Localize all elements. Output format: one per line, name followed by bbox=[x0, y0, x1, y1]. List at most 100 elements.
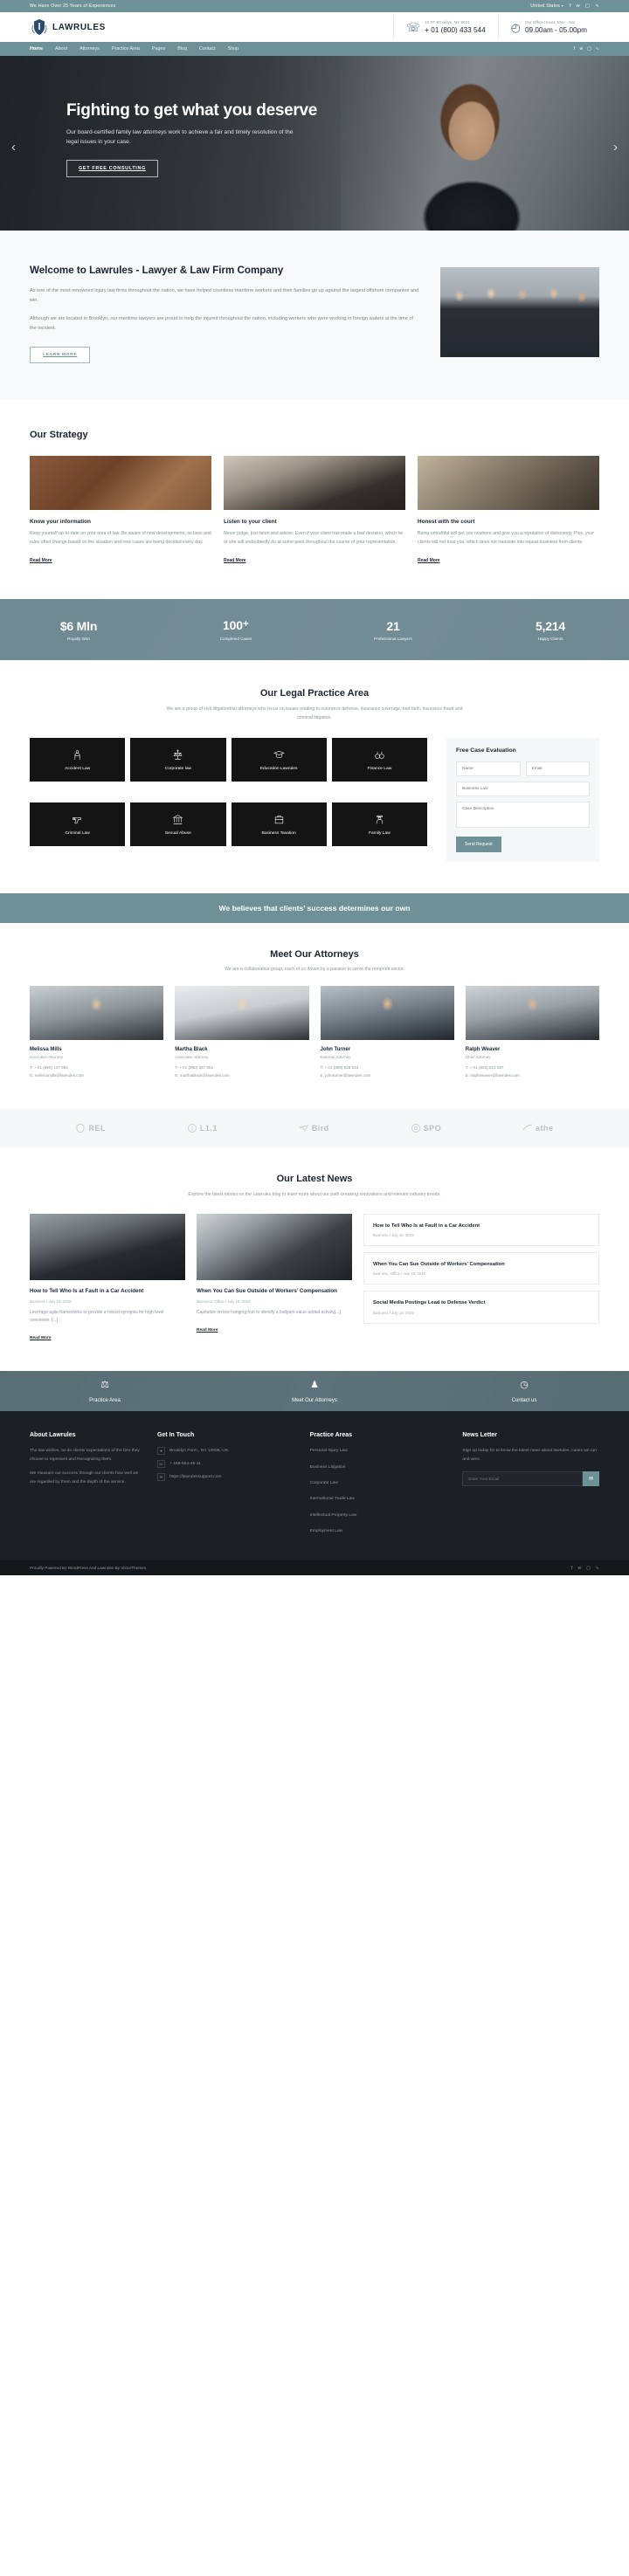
gun-icon bbox=[72, 814, 83, 825]
strategy-read-more-link[interactable]: Read More bbox=[30, 558, 52, 563]
client-logo-label: SPO bbox=[423, 1123, 442, 1133]
facebook-icon[interactable]: f bbox=[574, 46, 575, 52]
footer-practice-link[interactable]: International Trade Law bbox=[310, 1495, 447, 1503]
nav-item-practice-area[interactable]: Practice Area bbox=[112, 46, 140, 52]
stat-item: 100⁺ Completed Cases bbox=[157, 618, 314, 641]
news-list-item[interactable]: Social Media Postings Lead to Defense Ve… bbox=[363, 1291, 599, 1324]
attorney-card[interactable]: Melissa Mills Executive Attorney T: + 01… bbox=[30, 986, 164, 1079]
practice-tile-finance-law[interactable]: Finance Law bbox=[331, 738, 427, 782]
attorney-card[interactable]: Martha Black Associate Attorney T: + 01 … bbox=[175, 986, 309, 1079]
stat-label: Completed Cases bbox=[219, 637, 252, 642]
footer-practice-link[interactable]: Personal Injury Law bbox=[310, 1447, 447, 1455]
subject-input[interactable] bbox=[456, 782, 590, 797]
news-list-item[interactable]: How to Tell Who Is at Fault in a Car Acc… bbox=[363, 1213, 599, 1246]
cta-practice-area[interactable]: ⚖ Practice Area bbox=[0, 1379, 210, 1404]
newsletter-email-input[interactable] bbox=[462, 1471, 583, 1486]
facebook-icon[interactable]: f bbox=[570, 3, 571, 9]
twitter-icon[interactable]: w bbox=[577, 3, 580, 9]
strategy-read-more-link[interactable]: Read More bbox=[418, 558, 440, 563]
instagram-icon[interactable]: ▢ bbox=[585, 3, 590, 9]
practice-tile-corporate-law[interactable]: Corporate law bbox=[130, 738, 226, 782]
news-card[interactable]: When You Can Sue Outside of Workers’ Com… bbox=[197, 1213, 352, 1342]
practice-tile-label: Family Law bbox=[369, 830, 391, 836]
latest-news-section: Our Latest News Explore the latest stori… bbox=[0, 1147, 629, 1372]
name-input[interactable] bbox=[456, 761, 521, 777]
stat-label: Royalty Won bbox=[67, 636, 90, 641]
nav-item-shop[interactable]: Shop bbox=[228, 46, 239, 52]
practice-tile-sexual-abuse[interactable]: Sexual Abuse bbox=[130, 802, 226, 847]
news-read-more-link[interactable]: Read More bbox=[197, 1328, 218, 1333]
footer-practice-link[interactable]: Business Litigation bbox=[310, 1464, 447, 1471]
footer-practice-link[interactable]: Employment Law bbox=[310, 1527, 447, 1535]
hero-subtitle: Our board-certified family law attorneys… bbox=[66, 129, 294, 146]
handcuffs-icon bbox=[374, 749, 385, 761]
send-request-button[interactable]: Send Request bbox=[456, 837, 501, 853]
rss-icon[interactable]: ∿ bbox=[596, 1566, 599, 1571]
practice-area-section: Our Legal Practice Area We are a group o… bbox=[0, 660, 629, 894]
nav-item-blog[interactable]: Blog bbox=[177, 46, 187, 52]
footer-touch-title: Get In Touch bbox=[157, 1432, 195, 1439]
header-address-label: 10 FF Brooklyn, NY 8021 bbox=[425, 20, 470, 25]
practice-tile-family-law[interactable]: Family Law bbox=[331, 802, 427, 847]
header-hours-label: Our Office Hours: Mon - Sat bbox=[524, 20, 575, 25]
site-footer: About Lawrules The law wishes, as do cli… bbox=[0, 1411, 629, 1561]
attorney-card[interactable]: John Turner External Attorney T: + 01 (8… bbox=[320, 986, 454, 1079]
news-card[interactable]: How to Tell Who Is at Fault in a Car Acc… bbox=[30, 1213, 185, 1342]
country-selector[interactable]: United States ▾ bbox=[530, 3, 563, 9]
welcome-paragraph-1: As one of the most renowned injury law f… bbox=[30, 288, 419, 304]
strategy-card-body: Keep yourself up-to-date on your area of… bbox=[30, 530, 211, 545]
attorney-name: Martha Black bbox=[175, 1047, 208, 1053]
twitter-icon[interactable]: w bbox=[579, 46, 583, 52]
practice-tile-business-taxation[interactable]: Business Taxation bbox=[231, 802, 327, 847]
nav-item-pages[interactable]: Pages bbox=[152, 46, 165, 52]
instagram-icon[interactable]: ▢ bbox=[587, 46, 591, 52]
top-social-links[interactable]: f w ▢ ∿ bbox=[570, 3, 599, 9]
news-list-item[interactable]: When You Can Sue Outside of Workers’ Com… bbox=[363, 1251, 599, 1285]
hero-next-arrow[interactable]: › bbox=[613, 140, 618, 155]
site-header: LAWRULES ☏ 10 FF Brooklyn, NY 8021 + 01 … bbox=[0, 12, 629, 42]
rss-icon[interactable]: ∿ bbox=[596, 46, 599, 52]
twitter-icon[interactable]: w bbox=[577, 1566, 581, 1571]
footer-practice-link[interactable]: Corporate Law bbox=[310, 1479, 447, 1487]
news-read-more-link[interactable]: Read More bbox=[30, 1336, 52, 1340]
attorney-role: Chief Attorney bbox=[465, 1055, 491, 1060]
nav-menu: Home About Attorneys Practice Area Pages… bbox=[30, 46, 574, 52]
footer-phone-row[interactable]: ☏ + 158-554-45-11 bbox=[157, 1460, 294, 1469]
strategy-read-more-link[interactable]: Read More bbox=[224, 558, 246, 563]
graduation-cap-icon bbox=[273, 749, 285, 761]
stat-value: 21 bbox=[386, 618, 400, 633]
nav-item-home[interactable]: Home bbox=[30, 46, 43, 52]
attorneys-title: Meet Our Attorneys bbox=[270, 949, 359, 961]
attorney-card[interactable]: Ralph Weaver Chief Attorney T: + 01 (800… bbox=[465, 986, 599, 1079]
attorneys-section: Meet Our Attorneys We are a collaborativ… bbox=[0, 923, 629, 1109]
practice-tile-accident-law[interactable]: Accident Law bbox=[30, 738, 126, 782]
header-phone-block[interactable]: ☏ 10 FF Brooklyn, NY 8021 + 01 (800) 433… bbox=[392, 16, 498, 38]
rss-icon[interactable]: ∿ bbox=[595, 3, 599, 9]
practice-tile-education-lawrules[interactable]: Education Lawrules bbox=[231, 738, 327, 782]
cta-contact-us[interactable]: ◷ Contact us bbox=[419, 1379, 629, 1404]
nav-item-contact[interactable]: Contact bbox=[199, 46, 216, 52]
brand-logo[interactable]: LAWRULES bbox=[30, 17, 393, 37]
cta-meet-attorneys[interactable]: ♟ Meet Our Attorneys bbox=[210, 1379, 419, 1404]
newsletter-subscribe-button[interactable]: ✉ bbox=[582, 1471, 600, 1486]
nav-social-links: f w ▢ ∿ bbox=[574, 46, 599, 52]
footer-address-row: ● Brooklyn Form , NY 10006, US bbox=[157, 1447, 294, 1456]
copyright-text: Proudly Powered By WordPress And Lawrule… bbox=[30, 1566, 148, 1571]
strategy-card: Listen to your client Never judge, just … bbox=[224, 455, 405, 564]
footer-website-row[interactable]: ✉ https://lawrulessupport.com bbox=[157, 1473, 294, 1482]
quote-banner-text: We believes that clients’ success determ… bbox=[218, 904, 411, 913]
case-description-textarea[interactable] bbox=[456, 802, 590, 829]
facebook-icon[interactable]: f bbox=[571, 1566, 572, 1571]
hero-prev-arrow[interactable]: ‹ bbox=[11, 140, 16, 155]
nav-item-about[interactable]: About bbox=[55, 46, 67, 52]
welcome-learn-more-button[interactable]: LEARN MORE bbox=[30, 346, 91, 363]
hero-cta-button[interactable]: GET FREE CONSULTING bbox=[66, 159, 158, 177]
top-bar: We Have Over 25 Years of Experiences Uni… bbox=[0, 0, 629, 12]
mail-icon: ✉ bbox=[157, 1473, 165, 1482]
email-input[interactable] bbox=[525, 761, 590, 777]
practice-tile-criminal-law[interactable]: Criminal Law bbox=[30, 802, 126, 847]
cta-label: Contact us bbox=[511, 1397, 537, 1403]
footer-practice-link[interactable]: Intellectual Property Law bbox=[310, 1512, 447, 1519]
instagram-icon[interactable]: ▢ bbox=[586, 1566, 591, 1571]
nav-item-attorneys[interactable]: Attorneys bbox=[79, 46, 100, 52]
